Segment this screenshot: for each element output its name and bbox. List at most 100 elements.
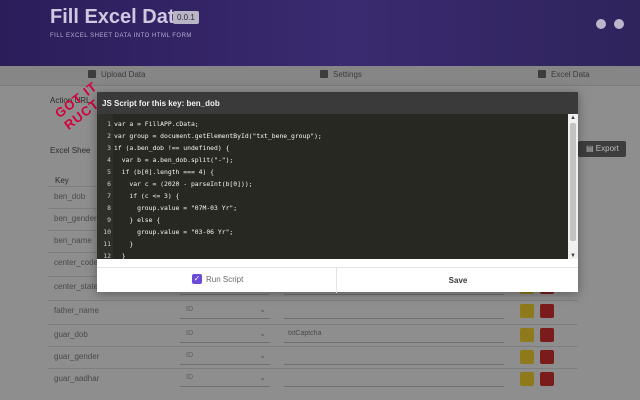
code-line: 4 var b = a.ben_dob.split("-");	[97, 154, 233, 166]
row-key: guar_aadhar	[54, 374, 100, 383]
code-line: 8 group.value = "07M-03 Yr";	[97, 202, 237, 214]
row-key: father_name	[54, 306, 99, 315]
line-number: 1	[107, 120, 111, 128]
row-key: center_state	[54, 282, 99, 291]
modal-title: JS Script for this key: ben_dob	[97, 92, 578, 114]
run-script-label: Run Script	[206, 275, 244, 284]
database-icon	[538, 70, 546, 78]
code-line: 5 if (b[0].length === 4) {	[97, 166, 214, 178]
line-number: 11	[103, 240, 111, 248]
code-text: if (a.ben_dob !== undefined) {	[114, 144, 230, 152]
export-button[interactable]: ▤ Export	[578, 141, 626, 157]
script-modal: JS Script for this key: ben_dob 1 var a =…	[97, 92, 578, 293]
code-line: 7 if (c <= 3) {	[97, 190, 179, 202]
table-row: guar_aadhar ID ⌄	[48, 368, 578, 390]
run-script-checkbox[interactable]: ✓	[192, 274, 202, 284]
tab-label: Excel Data	[551, 70, 590, 79]
selector-input[interactable]: txtCaptcha	[284, 327, 504, 343]
code-line: 1 var a = FillAPP.cData;	[97, 118, 199, 130]
row-key: guar_dob	[54, 330, 88, 339]
code-text: }	[114, 240, 134, 248]
editor-scrollbar[interactable]: ▲ ▼	[568, 114, 578, 259]
app-title: Fill Excel Data	[50, 6, 186, 28]
code-text: if (c <= 3) {	[114, 192, 180, 200]
line-number: 6	[107, 180, 111, 188]
app-header: Fill Excel Data 0.0.1 FILL EXCEL SHEET D…	[0, 0, 640, 66]
chevron-down-icon: ⌄	[259, 329, 266, 338]
line-number: 5	[107, 168, 111, 176]
scrollbar-thumb[interactable]	[570, 123, 576, 241]
selector-input[interactable]	[284, 303, 504, 319]
table-row: guar_dob ID ⌄ txtCaptcha	[48, 324, 578, 346]
selector-input[interactable]	[284, 371, 504, 387]
scroll-down-icon[interactable]: ▼	[570, 253, 576, 259]
line-number: 9	[107, 216, 111, 224]
code-text: if (b[0].length === 4) {	[114, 168, 215, 176]
excel-sheet-label: Excel Shee	[50, 146, 91, 155]
code-text: var c = (2020 - parseInt(b[0]));	[114, 180, 253, 188]
code-line: 6 var c = (2020 - parseInt(b[0]));	[97, 178, 253, 190]
selector-type-select[interactable]: ID ⌄	[180, 349, 270, 365]
export-icon: ▤	[586, 144, 596, 153]
selector-type-select[interactable]: ID ⌄	[180, 371, 270, 387]
save-button[interactable]: Save	[338, 268, 578, 293]
globe-icon[interactable]	[614, 19, 624, 29]
code-lines: 1 var a = FillAPP.cData; 2 var group = doc…	[97, 118, 567, 259]
script-button[interactable]	[520, 372, 534, 386]
line-number: 12	[103, 252, 111, 259]
script-button[interactable]	[520, 350, 534, 364]
tab-label: Settings	[333, 70, 362, 79]
field-value: txtCaptcha	[288, 330, 322, 337]
select-value: ID	[186, 306, 193, 313]
line-number: 2	[107, 132, 111, 140]
delete-button[interactable]	[540, 350, 554, 364]
code-editor[interactable]: 1 var a = FillAPP.cData; 2 var group = doc…	[97, 114, 578, 259]
code-text: group.value = "07M-03 Yr";	[114, 204, 238, 212]
row-key: guar_gender	[54, 352, 100, 361]
selector-type-select[interactable]: ID ⌄	[180, 327, 270, 343]
line-number: 8	[107, 204, 111, 212]
chevron-down-icon: ⌄	[259, 305, 266, 314]
code-line: 2 var group = document.getElementById("tx…	[97, 130, 322, 142]
code-line: 9 } else {	[97, 214, 160, 226]
select-value: ID	[186, 374, 193, 381]
script-button[interactable]	[520, 328, 534, 342]
tab-excel-data[interactable]: Excel Data	[538, 70, 590, 79]
chevron-down-icon: ⌄	[259, 351, 266, 360]
code-text: }	[114, 252, 126, 259]
row-key: ben_dob	[54, 192, 86, 201]
delete-button[interactable]	[540, 328, 554, 342]
version-badge: 0.0.1	[173, 11, 199, 24]
table-row: guar_gender ID ⌄	[48, 346, 578, 368]
table-row: father_name ID ⌄	[48, 300, 578, 322]
delete-button[interactable]	[540, 372, 554, 386]
code-line: 12 }	[97, 250, 126, 259]
key-column-header: Key	[55, 176, 69, 185]
run-script-toggle[interactable]: ✓ Run Script	[97, 268, 337, 293]
select-value: ID	[186, 330, 193, 337]
select-value: ID	[186, 352, 193, 359]
gear-icon[interactable]	[596, 19, 606, 29]
line-number: 3	[107, 144, 111, 152]
code-line: 3 if (a.ben_dob !== undefined) {	[97, 142, 229, 154]
chevron-down-icon: ⌄	[259, 373, 266, 382]
gear-icon	[320, 70, 328, 78]
tab-settings[interactable]: Settings	[320, 70, 362, 79]
export-label: Export	[595, 144, 619, 153]
line-number: 7	[107, 192, 111, 200]
line-number: 10	[103, 228, 111, 236]
code-line: 10 group.value = "03-06 Yr";	[97, 226, 233, 238]
code-text: var a = FillAPP.cData;	[114, 120, 199, 128]
selector-type-select[interactable]: ID ⌄	[180, 303, 270, 319]
code-text: } else {	[114, 216, 161, 224]
script-button[interactable]	[520, 304, 534, 318]
selector-input[interactable]	[284, 349, 504, 365]
app-subtitle: FILL EXCEL SHEET DATA INTO HTML FORM	[50, 33, 192, 39]
modal-footer: ✓ Run Script Save	[97, 267, 578, 293]
line-number: 4	[107, 156, 111, 164]
scroll-up-icon[interactable]: ▲	[570, 115, 576, 121]
delete-button[interactable]	[540, 304, 554, 318]
code-text: var group = document.getElementById("txt…	[114, 132, 322, 140]
row-key: ben_gender	[54, 214, 97, 223]
row-key: center_code	[54, 258, 99, 267]
